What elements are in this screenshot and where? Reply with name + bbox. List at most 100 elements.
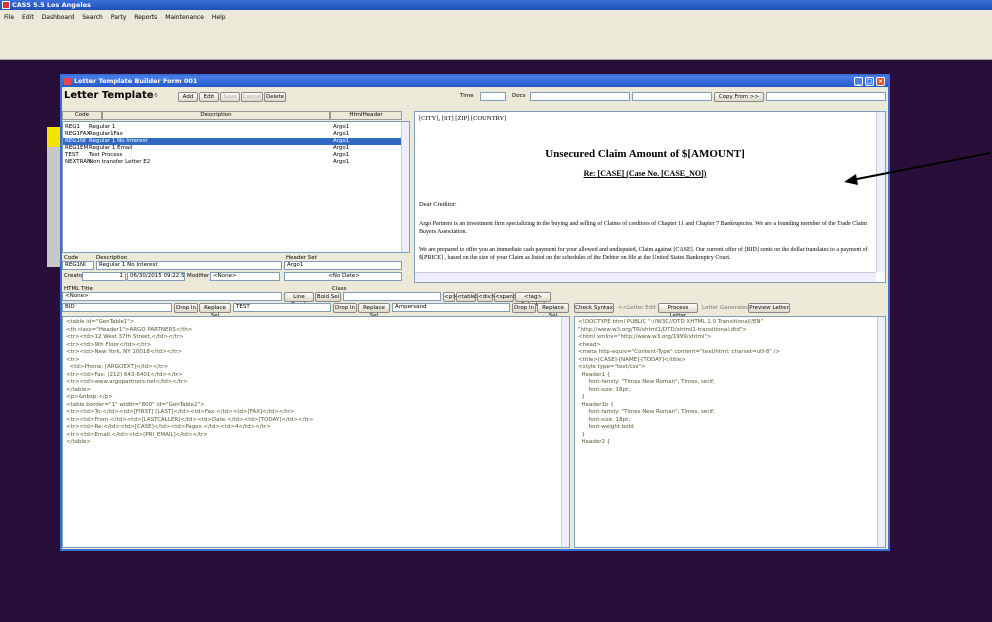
line-break-button[interactable]: Line Break [284, 292, 314, 308]
drop-in-button-2[interactable]: Drop In [333, 303, 357, 313]
app-title: CASS 5.5 Los Angeles [12, 1, 91, 9]
close-icon[interactable]: × [876, 77, 885, 86]
letter-edit-link[interactable]: <<Letter Edit [618, 305, 656, 311]
menu-reports[interactable]: Reports [130, 10, 161, 21]
docs-field[interactable] [530, 92, 630, 101]
table-row[interactable]: NEXTRAN Non transfer Letter E2 Argo1 [63, 159, 409, 166]
table-row-selected[interactable]: REG1NI Regular 1 No Interest Argo1 [63, 138, 401, 145]
preview-greeting: Dear Creditor: [419, 201, 457, 208]
docs-select[interactable] [632, 92, 712, 101]
edit-button[interactable]: Edit [199, 92, 219, 102]
code-line: font-size: 18pt; [578, 416, 631, 423]
tag-span-button[interactable]: <span> [494, 292, 517, 302]
code-line: <table border="1" width="800" id="GenTab… [66, 401, 205, 408]
code-line: <tr><td>12 West 37th Street,</td></tr> [66, 334, 184, 340]
time-field[interactable] [480, 92, 506, 101]
time-label: Time [460, 93, 474, 99]
field-select-3[interactable]: Ampersand [392, 303, 510, 312]
code-line: "http://www.w3.org/TR/xhtml1/DTD/xhtml1-… [578, 326, 747, 333]
table-row[interactable]: TEST Test Process Argo1 [63, 152, 409, 159]
html-source-editor[interactable]: <!DOCTYPE html PUBLIC "-//W3C//DTD XHTML… [574, 316, 886, 548]
replace-sel-button-3[interactable]: Replace Sel [537, 303, 569, 319]
code-line: <tr><td>www.argopartners.net</td></tr> [66, 379, 188, 385]
created-date-field: 06/30/2015 09:22:5 [127, 272, 185, 281]
tag-div-button[interactable]: <div> [477, 292, 496, 302]
menu-party[interactable]: Party [107, 10, 130, 21]
menu-maintenance[interactable]: Maintenance [161, 10, 208, 21]
minimize-icon[interactable]: _ [854, 77, 863, 86]
menu-help[interactable]: Help [208, 10, 230, 21]
side-panel [47, 147, 60, 267]
table-row[interactable]: REG1FAX Regular1Fax Argo1 [63, 131, 409, 138]
save-button[interactable]: Save [220, 92, 240, 102]
replace-sel-button-1[interactable]: Replace Sel [199, 303, 231, 319]
preview-paragraph-1: Argo Partners is an investment firm spec… [419, 221, 867, 235]
annotation-arrow-icon [844, 152, 991, 185]
side-marker [47, 127, 60, 147]
app-titlebar: CASS 5.5 Los Angeles [0, 0, 992, 10]
tag-p-button[interactable]: <p> [443, 292, 457, 302]
creator-field: 1 [82, 272, 126, 281]
drop-in-button-3[interactable]: Drop In [512, 303, 536, 313]
table-row[interactable]: REG1EM Regular 1 Email Argo1 [63, 145, 409, 152]
code-line: <tr><td>Re:</td><td>[CASE]</td><td>Pages… [66, 424, 271, 430]
replace-sel-button-2[interactable]: Replace Sel [358, 303, 390, 319]
list-scrollbar[interactable] [401, 122, 409, 252]
template-body-editor[interactable]: <table id="GenTable1"> <th class="Header1… [62, 316, 570, 548]
col-header-htmlheader[interactable]: HtmlHeader [330, 111, 402, 120]
menu-edit[interactable]: Edit [18, 10, 38, 21]
code-line: } [578, 394, 585, 400]
menu-search[interactable]: Search [78, 10, 107, 21]
code-line: <tr><td>To:</td><td>[FIRST] [LAST]</td><… [66, 409, 295, 415]
col-header-code[interactable]: Code [62, 111, 102, 120]
cancel-button[interactable]: Cancel [241, 92, 263, 102]
source-code-text: <!DOCTYPE html PUBLIC "-//W3C//DTD XHTML… [578, 319, 780, 447]
code-line: font-weight:bold [578, 424, 634, 430]
code-line: <tr><td>From:</td><td>[LASTCALLER]</td><… [66, 416, 314, 423]
code-line: <table id="GenTable1"> [66, 319, 135, 325]
tag-table-button[interactable]: <table> [456, 292, 480, 302]
table-row[interactable]: REG1 Regular 1 Argo1 [63, 124, 409, 131]
letter-preview[interactable]: [CITY], [ST] [ZIP] [COUNTRY] Unsecured C… [414, 111, 886, 283]
html-title-field[interactable]: <None> [62, 292, 282, 301]
code-line: <html xmlns="http://www.w3.org/1999/xhtm… [578, 334, 712, 340]
menu-file[interactable]: File [0, 10, 18, 21]
template-list[interactable]: REG1 Regular 1 Argo1 REG1FAX Regular1Fax Arg… [62, 121, 410, 253]
window-icon [64, 78, 71, 85]
letter-template-window: Letter Template Builder Form 001 _ □ × L… [60, 74, 890, 551]
drop-in-button-1[interactable]: Drop In [174, 303, 198, 313]
source-editor-scrollbar[interactable] [877, 317, 885, 547]
process-letter-button[interactable]: Process Letter [658, 303, 698, 319]
code-line: </table> [66, 386, 91, 393]
app-icon [2, 1, 10, 9]
check-syntax-button[interactable]: Check Syntax [574, 303, 614, 313]
copy-from-select[interactable] [766, 92, 886, 101]
class-field[interactable] [343, 292, 441, 301]
maximize-icon[interactable]: □ [865, 77, 874, 86]
page-title: Letter Template [64, 90, 154, 101]
bold-sel-button[interactable]: Bold Sel [315, 292, 341, 302]
preview-letter-button[interactable]: Preview Letter [748, 303, 790, 313]
code-field[interactable]: REG1NI [62, 261, 94, 270]
menu-dashboard[interactable]: Dashboard [38, 10, 79, 21]
field-select-2[interactable]: TEST [233, 303, 331, 312]
code-line: </table> [66, 439, 91, 445]
modifier-field: <None> [210, 272, 280, 281]
record-counter: 3 of 6 [142, 93, 158, 99]
preview-vscroll[interactable] [876, 112, 885, 272]
code-line: <td>Phone: [ARGOEXT]</td></tr> [66, 364, 169, 370]
body-editor-scrollbar[interactable] [561, 317, 569, 547]
preview-subhead: Re: [CASE] (Case No. [CASE_NO]) [583, 169, 707, 178]
delete-button[interactable]: Delete [264, 92, 286, 102]
preview-paragraph-2: We are prepared to offer you an immediat… [419, 247, 868, 261]
code-line: <tr><td>New York, NY 10018</td></tr> [66, 349, 183, 355]
docs-label: Docs [512, 93, 526, 99]
tag-selected-button[interactable]: <tag> Selected [515, 292, 551, 308]
field-select-1[interactable]: BID [62, 303, 172, 312]
add-button[interactable]: Add [178, 92, 198, 102]
header-set-field[interactable]: Argo1 [284, 261, 402, 270]
description-field[interactable]: Regular 1 No Interest [96, 261, 282, 270]
col-header-description[interactable]: Description [102, 111, 330, 120]
preview-hscroll[interactable] [415, 272, 876, 282]
copy-from-button[interactable]: Copy From >> [714, 92, 764, 102]
